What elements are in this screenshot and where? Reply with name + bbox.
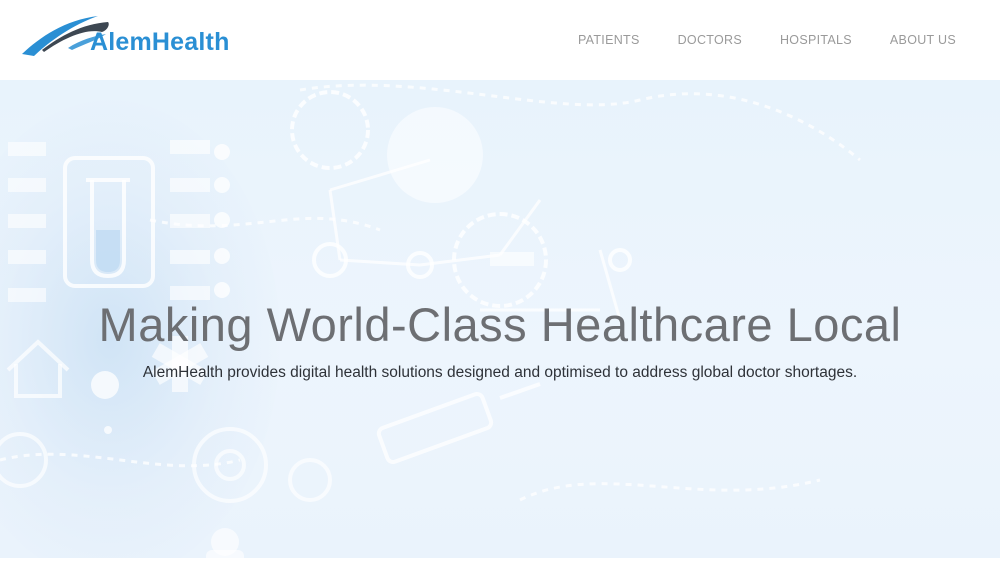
person-icon [206, 528, 244, 562]
alemhealth-logo[interactable]: AlemHealth [20, 12, 250, 64]
hero-banner: Making World-Class Healthcare Local Alem… [0, 80, 1000, 562]
nav-link-about-us[interactable]: ABOUT US [890, 33, 956, 47]
logo-wordmark: AlemHealth [90, 28, 230, 56]
main-nav: PATIENTS DOCTORS HOSPITALS ABOUT US [540, 33, 956, 47]
hero-subtitle: AlemHealth provides digital health solut… [142, 364, 858, 381]
stethoscope-icon [0, 427, 332, 503]
hero-title: Making World-Class Healthcare Local [98, 298, 902, 351]
nav-link-hospitals[interactable]: HOSPITALS [780, 33, 852, 47]
bottom-divider [0, 558, 1000, 562]
syringe-icon [376, 382, 541, 465]
hero-content: Making World-Class Healthcare Local Alem… [0, 296, 1000, 382]
nav-link-doctors[interactable]: DOCTORS [678, 33, 742, 47]
site-header: AlemHealth PATIENTS DOCTORS HOSPITALS AB… [0, 0, 1000, 80]
nav-link-patients[interactable]: PATIENTS [578, 33, 640, 47]
